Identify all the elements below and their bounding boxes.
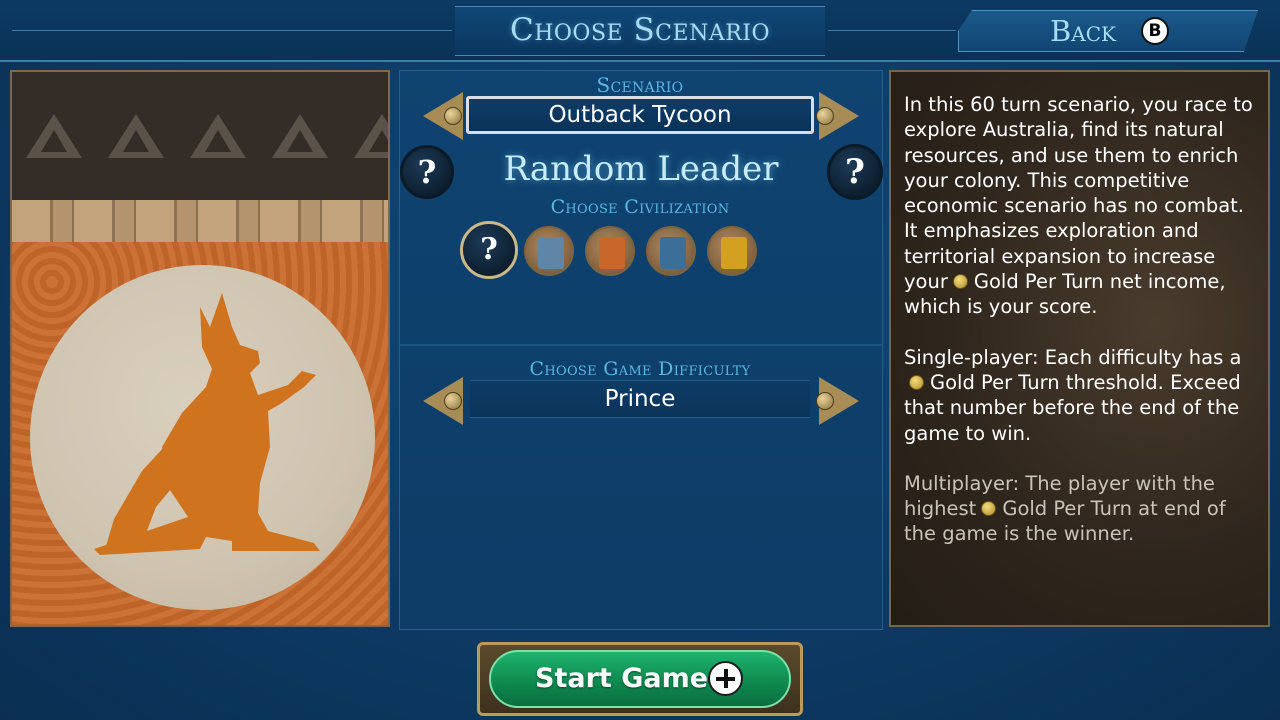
kangaroo-icon	[94, 293, 320, 555]
art-triangle-inner	[287, 130, 313, 152]
header-rule-right	[828, 30, 956, 31]
parrot-emblem-icon	[660, 237, 686, 269]
single-player-text: Single-player: Each difficulty has a	[904, 345, 1242, 369]
header-rule-left	[12, 30, 452, 31]
art-triangle-inner	[205, 130, 231, 152]
art-triangle-inner	[369, 130, 388, 152]
civ-parrot-button[interactable]	[646, 226, 696, 276]
panel-divider	[400, 344, 882, 346]
civ-random-button[interactable]: ?	[460, 221, 518, 279]
scenario-selector[interactable]: Outback Tycoon	[466, 96, 814, 134]
kangaroo-emblem-icon	[721, 237, 747, 269]
multiplayer-paragraph: Multiplayer: The player with the highest…	[904, 471, 1256, 547]
plus-button-icon	[708, 661, 743, 696]
arrow-knob-icon	[816, 392, 834, 410]
wombat-emblem-icon	[599, 237, 625, 269]
b-button-icon: B	[1141, 17, 1169, 45]
description-paragraph: In this 60 turn scenario, you race to ex…	[904, 92, 1256, 320]
difficulty-label: Choose Game Difficulty	[529, 358, 751, 380]
art-triangle-inner	[41, 130, 67, 152]
scenario-description-panel: In this 60 turn scenario, you race to ex…	[889, 70, 1270, 627]
civ-wombat-button[interactable]	[585, 226, 635, 276]
civ-koala-button[interactable]	[524, 226, 574, 276]
arrow-knob-icon	[816, 107, 834, 125]
gold-coin-icon	[909, 374, 924, 390]
top-bar: Choose Scenario Back B	[0, 0, 1280, 62]
civ-kangaroo-button[interactable]	[707, 226, 757, 276]
start-game-label[interactable]: Start Game	[535, 658, 708, 700]
single-player-paragraph: Single-player: Each difficulty has a Gold…	[904, 345, 1256, 446]
arrow-knob-icon	[444, 392, 462, 410]
choose-civilization-label: Choose Civilization	[550, 196, 730, 218]
arrow-knob-icon	[444, 107, 462, 125]
difficulty-selector[interactable]: Prince	[470, 380, 810, 418]
leader-info-left-button[interactable]: ?	[400, 145, 454, 199]
description-text: In this 60 turn scenario, you race to ex…	[904, 93, 1253, 294]
page-title: Choose Scenario	[509, 12, 771, 48]
scenario-label: Scenario	[596, 73, 684, 97]
leader-info-right-button[interactable]: ?	[827, 144, 883, 200]
gold-coin-icon	[952, 274, 968, 290]
back-button-label[interactable]: Back	[1050, 12, 1116, 50]
single-player-text: Gold Per Turn threshold. Exceed that num…	[904, 370, 1241, 445]
leader-name: Random Leader	[503, 149, 779, 189]
gold-coin-icon	[981, 501, 997, 517]
koala-emblem-icon	[538, 237, 564, 269]
scenario-art	[10, 70, 390, 627]
art-triangle-inner	[123, 130, 149, 152]
description-text: Gold Per Turn net income, which is your …	[904, 270, 1226, 319]
